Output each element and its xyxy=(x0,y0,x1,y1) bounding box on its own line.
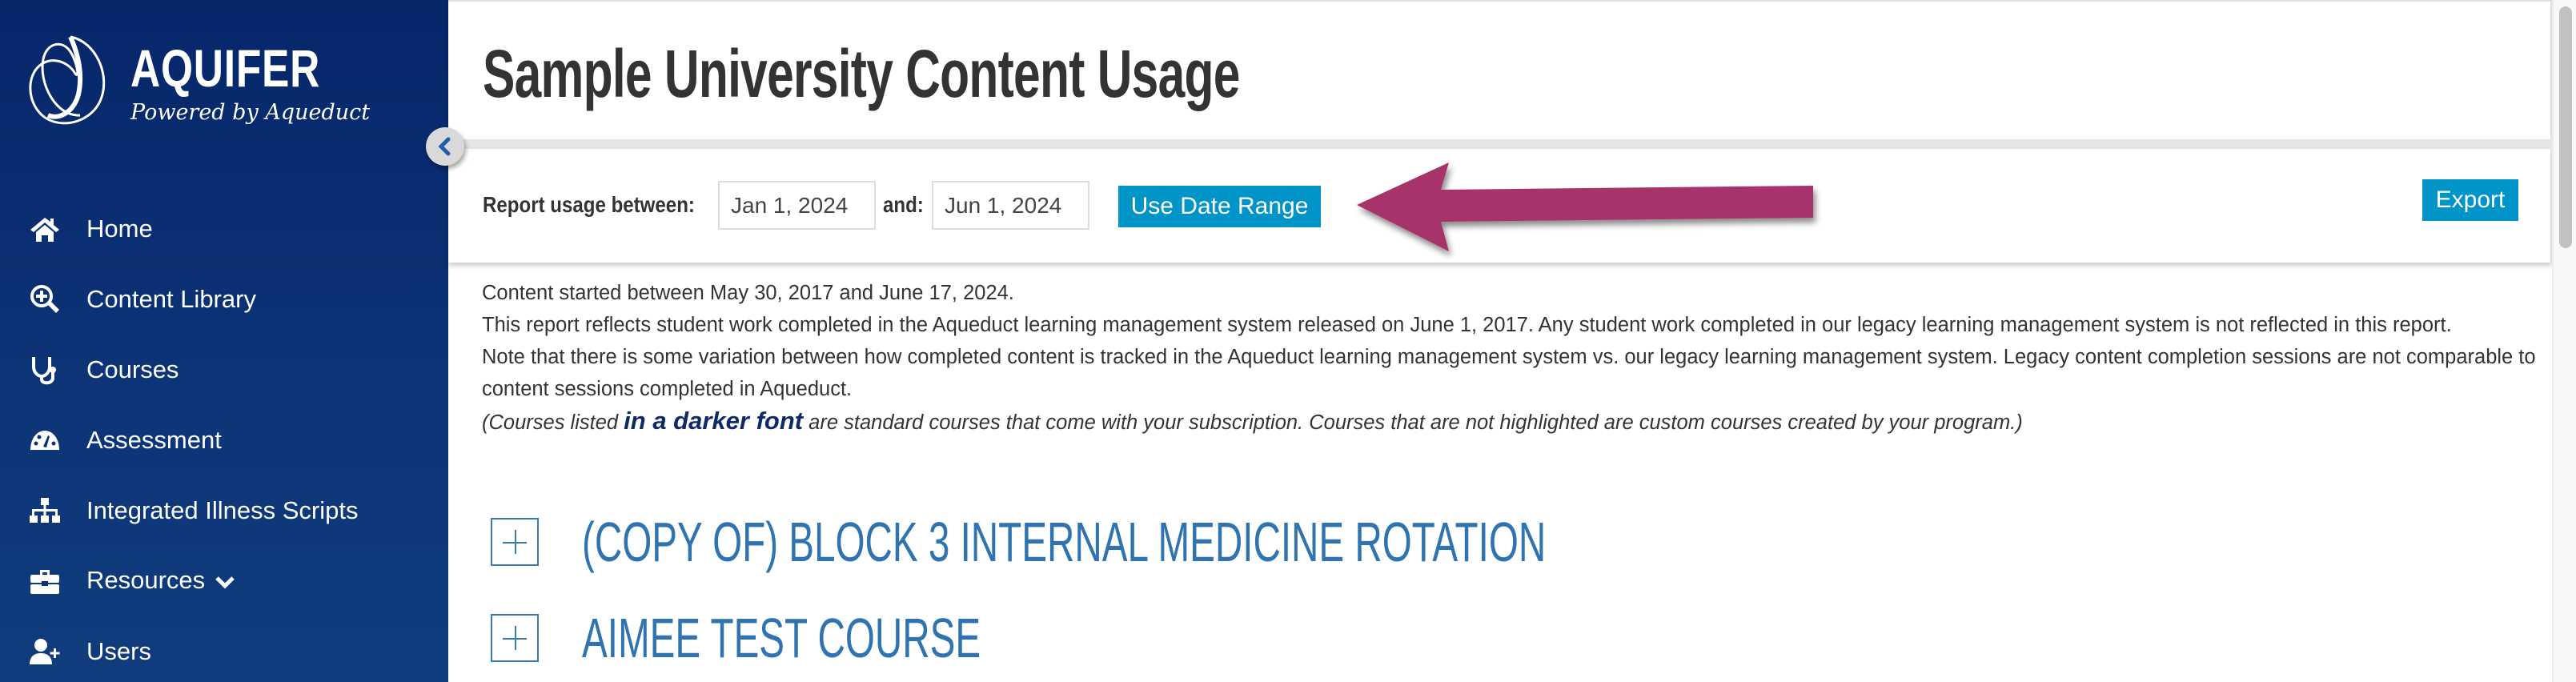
sidebar-item-content-library[interactable]: Content Library xyxy=(0,271,448,327)
sidebar-item-label: Content Library xyxy=(86,285,256,313)
sidebar-item-home[interactable]: Home xyxy=(0,201,448,257)
header-divider xyxy=(448,139,2552,149)
report-scope-text: This report reflects student work comple… xyxy=(482,314,2452,336)
legend-suffix: are standard courses that come with your… xyxy=(803,411,2023,434)
sidebar-collapse-button[interactable] xyxy=(426,127,464,166)
main-content: Sample University Content Usage Report u… xyxy=(448,0,2552,682)
legend-highlight: in a darker font xyxy=(624,407,804,435)
toolbox-icon xyxy=(27,565,62,597)
scrollbar-thumb[interactable] xyxy=(2559,6,2572,248)
aquifer-logo-icon xyxy=(29,35,106,125)
plus-square-icon[interactable] xyxy=(491,614,539,662)
sidebar-item-integrated-illness-scripts[interactable]: Integrated Illness Scripts xyxy=(0,483,448,539)
user-plus-icon xyxy=(27,636,62,668)
export-button[interactable]: Export xyxy=(2422,179,2518,221)
start-date-input[interactable] xyxy=(718,181,876,230)
sidebar-item-label: Courses xyxy=(86,355,179,383)
report-info: Content started between May 30, 2017 and… xyxy=(482,277,2539,439)
date-filter-bar: Report usage between: and: Use Date Rang… xyxy=(448,149,2552,263)
sidebar-item-users[interactable]: Users xyxy=(0,624,448,680)
and-label: and: xyxy=(883,192,924,217)
sidebar: AQUIFER Powered by Aqueduct Home Content… xyxy=(0,0,448,682)
use-date-range-button[interactable]: Use Date Range xyxy=(1118,186,1321,227)
home-icon xyxy=(27,213,62,245)
sitemap-icon xyxy=(27,495,62,527)
end-date-input[interactable] xyxy=(932,181,1089,230)
sidebar-item-courses[interactable]: Courses xyxy=(0,342,448,398)
content-date-range-text: Content started between May 30, 2017 and… xyxy=(482,282,1014,304)
sidebar-item-resources[interactable]: Resources xyxy=(0,553,448,609)
chevron-down-icon[interactable] xyxy=(215,568,235,596)
gauge-icon xyxy=(27,424,62,456)
chevron-left-icon xyxy=(438,137,451,156)
sidebar-item-label: Users xyxy=(86,637,151,665)
legend-prefix: (Courses listed xyxy=(482,411,624,434)
course-title[interactable]: AIMEE TEST COURSE xyxy=(582,610,981,666)
brand-tagline: Powered by Aqueduct xyxy=(130,100,371,125)
course-row[interactable]: (COPY OF) BLOCK 3 INTERNAL MEDICINE ROTA… xyxy=(491,514,2000,570)
resources-label: Resources xyxy=(86,566,206,595)
sidebar-item-label: Assessment xyxy=(86,426,222,454)
vertical-scrollbar[interactable] xyxy=(2552,0,2576,682)
tracking-note-text: Note that there is some variation betwee… xyxy=(482,346,2536,400)
course-row[interactable]: AIMEE TEST COURSE xyxy=(491,610,1169,666)
sidebar-item-label: Integrated Illness Scripts xyxy=(86,496,359,524)
sidebar-item-assessment[interactable]: Assessment xyxy=(0,412,448,468)
brand-name: AQUIFER xyxy=(130,38,321,98)
sidebar-item-label: Home xyxy=(86,215,153,243)
report-usage-label: Report usage between: xyxy=(483,192,695,217)
page-title: Sample University Content Usage xyxy=(483,36,1240,111)
course-legend-note: (Courses listed in a darker font are sta… xyxy=(482,405,2539,439)
course-title[interactable]: (COPY OF) BLOCK 3 INTERNAL MEDICINE ROTA… xyxy=(582,514,1546,570)
plus-square-icon[interactable] xyxy=(491,518,539,566)
stethoscope-icon xyxy=(27,354,62,386)
page-header: Sample University Content Usage xyxy=(448,0,2552,139)
sidebar-item-label: Resources xyxy=(86,566,235,596)
search-plus-icon xyxy=(27,283,62,315)
